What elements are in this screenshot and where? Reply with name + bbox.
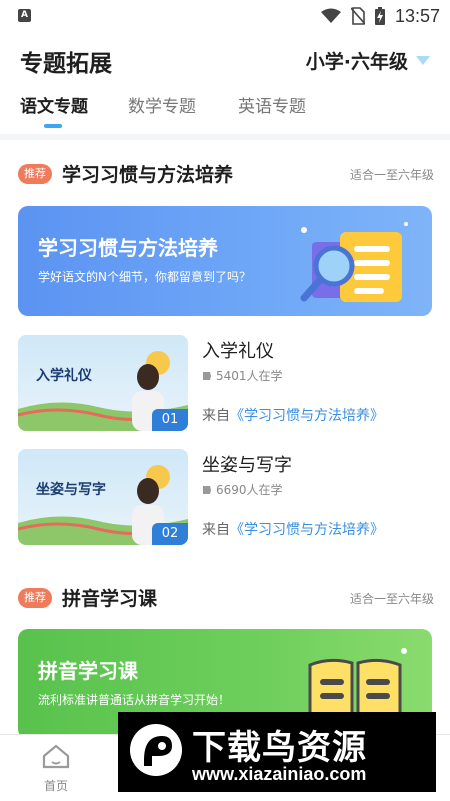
section-title: 拼音学习课: [62, 588, 158, 610]
source-prefix: 来自: [202, 408, 230, 424]
divider: [0, 134, 450, 140]
banner-title: 学习习惯与方法培养: [38, 236, 218, 260]
tab-math[interactable]: 数学专题: [128, 92, 196, 117]
episode-number: 01: [152, 409, 188, 431]
tab-chinese[interactable]: 语文专题: [20, 92, 88, 117]
topic-banner[interactable]: 学习习惯与方法培养 学好语文的N个细节，你都留意到了吗？: [18, 206, 432, 316]
learner-count-text: 6690人在学: [216, 483, 283, 497]
watermark-url: www.xiazainiao.com: [192, 764, 367, 784]
course-title: 入学礼仪: [202, 341, 274, 362]
section-grade-range: 适合一至六年级: [349, 592, 434, 606]
magnifier-document-icon: [300, 222, 408, 302]
banner-subtitle: 流利标准讲普通话从拼音学习开始！: [38, 693, 231, 707]
section-title: 学习习惯与方法培养: [62, 164, 234, 186]
battery-charging-icon: [374, 7, 385, 25]
course-title: 坐姿与写字: [202, 455, 292, 476]
watermark-name: 下载鸟资源: [192, 728, 367, 768]
learner-count: 6690人在学: [202, 481, 283, 498]
section-header: 推荐 学习习惯与方法培养 适合一至六年级: [18, 160, 434, 188]
thumbnail-title: 坐姿与写字: [36, 482, 106, 498]
learners-icon: [203, 485, 211, 494]
watermark: 下载鸟资源 www.xiazainiao.com: [118, 712, 436, 792]
source-link[interactable]: 《学习习惯与方法培养》: [230, 408, 384, 424]
notification-icon: A: [18, 9, 31, 22]
nav-home-label: 首页: [43, 779, 68, 793]
section-grade-range: 适合一至六年级: [349, 168, 434, 182]
home-icon: [42, 744, 70, 769]
section-header: 推荐 拼音学习课 适合一至六年级: [18, 584, 434, 612]
tab-english[interactable]: 英语专题: [238, 92, 306, 117]
nav-home[interactable]: 首页: [34, 743, 78, 794]
course-source: 来自《学习习惯与方法培养》: [202, 519, 384, 539]
course-thumbnail[interactable]: 坐姿与写字 02: [18, 449, 188, 545]
course-item[interactable]: 入学礼仪 01 入学礼仪 5401人在学 来自《学习习惯与方法培养》: [18, 335, 434, 431]
course-thumbnail[interactable]: 入学礼仪 01: [18, 335, 188, 431]
status-bar: A 13:57: [0, 0, 450, 32]
banner-subtitle: 学好语文的N个细节，你都留意到了吗？: [38, 270, 251, 284]
wifi-icon: [320, 8, 341, 23]
banner-title: 拼音学习课: [38, 659, 138, 683]
app-header: 专题拓展 小学·六年级: [0, 32, 450, 88]
course-source: 来自《学习习惯与方法培养》: [202, 405, 384, 425]
bird-logo-icon: [130, 724, 182, 776]
chevron-down-icon: [416, 55, 430, 65]
grade-label: 小学·六年级: [305, 51, 408, 73]
learners-icon: [203, 371, 211, 380]
learner-count-text: 5401人在学: [216, 369, 283, 383]
recommend-badge: 推荐: [18, 164, 52, 184]
clock: 13:57: [394, 5, 440, 26]
recommend-badge: 推荐: [18, 588, 52, 608]
tab-indicator: [44, 124, 62, 128]
page-title: 专题拓展: [20, 51, 112, 77]
course-item[interactable]: 坐姿与写字 02 坐姿与写字 6690人在学 来自《学习习惯与方法培养》: [18, 449, 434, 545]
no-sim-icon: [350, 7, 365, 25]
source-link[interactable]: 《学习习惯与方法培养》: [230, 522, 384, 538]
episode-number: 02: [152, 523, 188, 545]
thumbnail-title: 入学礼仪: [36, 368, 92, 384]
learner-count: 5401人在学: [202, 367, 283, 384]
grade-selector[interactable]: 小学·六年级: [306, 47, 430, 74]
source-prefix: 来自: [202, 522, 230, 538]
subject-tabs: 语文专题 数学专题 英语专题: [0, 88, 450, 132]
